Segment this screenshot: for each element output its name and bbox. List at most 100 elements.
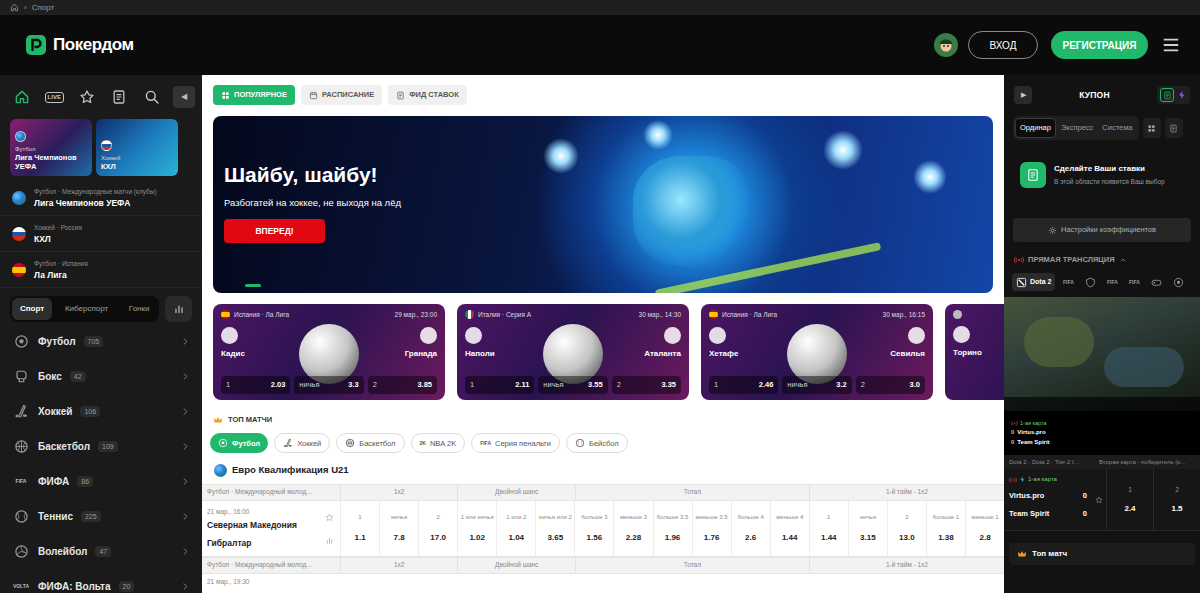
sport-tab[interactable]: Гонки — [121, 298, 158, 320]
nav-button[interactable]: LIVE — [43, 85, 67, 109]
featured-league-card[interactable]: ФутболЛига Чемпионов УЕФА — [10, 119, 92, 176]
sport-tab[interactable]: Киберспорт — [57, 298, 116, 320]
odds-button[interactable]: 23.35 — [612, 376, 681, 394]
odds-cell[interactable]: ничья7.8 — [379, 501, 418, 556]
event-row[interactable]: 1-ая картаVirtus.pro0Team Spirit012.421.… — [1004, 469, 1200, 531]
odds-cell[interactable]: больше 31.56 — [574, 501, 613, 556]
game-tab[interactable]: FIFA — [1103, 273, 1121, 291]
away-team: Аталанта — [644, 327, 681, 360]
expand-button[interactable]: ▶ — [1014, 86, 1032, 104]
game-tab[interactable]: FIFA — [1125, 273, 1143, 291]
odds-cell[interactable]: ничья или 23.65 — [535, 501, 574, 556]
register-button[interactable]: РЕГИСТРАЦИЯ — [1051, 31, 1148, 59]
odds-cell[interactable]: 217.0 — [418, 501, 457, 556]
feed-tab[interactable]: РАСПИСАНИЕ — [301, 85, 382, 105]
sport-tab[interactable]: Спорт — [12, 298, 52, 320]
odds-button[interactable]: 12.11 — [465, 376, 534, 394]
odds-cell[interactable]: меньше 32.28 — [613, 501, 652, 556]
coupon-option-button[interactable] — [1143, 118, 1161, 138]
volleyball-icon — [14, 544, 29, 559]
sport-row[interactable]: Бокс42 — [0, 359, 202, 394]
odds-cell[interactable]: больше 42.6 — [731, 501, 770, 556]
nav-button[interactable] — [108, 85, 132, 109]
sport-row[interactable]: VOLTAФИФА: Вольта20 — [0, 569, 202, 593]
odds-button[interactable]: 23.85 — [368, 376, 437, 394]
favorite-button[interactable] — [1092, 469, 1106, 530]
game-tab[interactable]: FIFA — [1059, 273, 1077, 291]
odds-cell[interactable]: 11.44 — [809, 501, 848, 556]
odds-button[interactable]: ничья3.55 — [538, 376, 607, 394]
odds-cell[interactable]: 213.0 — [887, 501, 926, 556]
coupon-tab[interactable]: Экспресс — [1057, 118, 1097, 138]
bet-slip-button[interactable] — [1160, 88, 1174, 102]
filter-chip[interactable]: Бейсбол — [566, 433, 628, 453]
odds-button[interactable]: ничья3.3 — [294, 376, 363, 394]
match-row[interactable]: 21 мар., 19:30 — [202, 574, 1004, 588]
odds-cell[interactable]: меньше 41.44 — [770, 501, 809, 556]
sport-row[interactable]: Теннис225 — [0, 499, 202, 534]
top-match-bar[interactable]: Топ матч — [1009, 543, 1195, 565]
feed-tab[interactable]: ПОПУЛЯРНОЕ — [213, 85, 295, 105]
logo[interactable]: Покердом — [25, 32, 134, 58]
sport-row[interactable]: Футбол705 — [0, 324, 202, 359]
odds-cell[interactable]: ничья3.15 — [848, 501, 887, 556]
promo-banner[interactable]: Шайбу, шайбу!Разбогатей на хоккее, не вы… — [213, 116, 993, 293]
odds-cell[interactable]: меньше 3.51.76 — [692, 501, 731, 556]
odds-cell[interactable]: больше 11.38 — [926, 501, 965, 556]
coupon-option-button[interactable] — [1165, 118, 1183, 138]
odds-button[interactable]: 12.46 — [709, 376, 778, 394]
odds-settings-button[interactable]: Настройки коэффициентов — [1013, 218, 1191, 242]
filter-chip[interactable]: Хоккей — [274, 433, 330, 453]
odds-row: 12.46ничья3.2 23.0 — [709, 376, 925, 394]
odds-cell[interactable]: меньше 12.8 — [965, 501, 1004, 556]
game-tab[interactable] — [1081, 273, 1099, 291]
nav-button[interactable] — [10, 85, 34, 109]
football-icon — [218, 438, 228, 448]
feed-tab[interactable]: ФИД СТАВОК — [388, 85, 467, 105]
sport-row[interactable]: Баскетбол109 — [0, 429, 202, 464]
featured-league-card[interactable]: ХоккейКХЛ — [96, 119, 178, 176]
odds-button[interactable]: 23.0 — [856, 376, 925, 394]
odds-cell[interactable]: 1 или 21.04 — [496, 501, 535, 556]
odds-button[interactable]: ничья3.2 — [782, 376, 851, 394]
match-card[interactable]: Испания · Ла Лига30 мар., 16:15ХетафеСев… — [701, 304, 933, 400]
game-tab[interactable] — [1169, 273, 1187, 291]
slider-dot[interactable] — [245, 284, 261, 287]
coupon-tab[interactable]: Система — [1098, 118, 1136, 138]
outcome-label: 1 или ничья — [461, 513, 494, 522]
outcome-label: меньше 4 — [776, 513, 803, 522]
sport-row[interactable]: FIFAФИФА86 — [0, 464, 202, 499]
filter-chip[interactable]: Футбол — [210, 433, 268, 453]
nav-button[interactable] — [140, 85, 164, 109]
sport-row[interactable]: Хоккей106 — [0, 394, 202, 429]
odds-cell[interactable]: 11.1 — [340, 501, 379, 556]
stats-button[interactable] — [165, 296, 192, 322]
stream-player[interactable]: 1-ая карта0Virtus.pro0Team Spirit — [1004, 297, 1200, 455]
nav-button[interactable] — [75, 85, 99, 109]
game-tab[interactable] — [1147, 273, 1165, 291]
odds-cell[interactable]: 12.4 — [1106, 469, 1153, 530]
recent-league[interactable]: Футбол · Международные матчи (клубы)Лига… — [0, 180, 202, 216]
filter-chip[interactable]: Баскетбол — [336, 433, 404, 453]
breadcrumb-link[interactable]: Спорт — [32, 4, 55, 12]
match-card[interactable]: Торино — [945, 304, 1004, 400]
odds-button[interactable]: 12.03 — [221, 376, 290, 394]
match-row[interactable]: 21 мар., 16:00Северная МакедонияГибралта… — [202, 501, 1004, 557]
collapse-button[interactable]: ◀ — [173, 86, 196, 108]
odds-cell[interactable]: 1 или ничья1.02 — [457, 501, 496, 556]
filter-chip[interactable]: FIFAСерия пенальти — [471, 433, 560, 453]
game-tab[interactable]: Dota 2 — [1012, 273, 1055, 291]
coupon-tab[interactable]: Ординар — [1015, 118, 1056, 138]
filter-chip[interactable]: 2KNBA 2K — [411, 433, 466, 453]
odds-cell[interactable]: больше 3.51.96 — [653, 501, 692, 556]
odds-cell[interactable]: 21.5 — [1153, 469, 1200, 530]
recent-league[interactable]: Футбол · ИспанияЛа Лига — [0, 252, 202, 288]
recent-league[interactable]: Хоккей · РоссияКХЛ — [0, 216, 202, 252]
left-sidebar: LIVE ◀ ФутболЛига Чемпионов УЕФАХоккейКХЛ Ф… — [0, 75, 202, 593]
match-card[interactable]: Италия · Серия А30 мар., 14:30НаполиАтал… — [457, 304, 689, 400]
sport-count: 20 — [119, 581, 135, 592]
match-card[interactable]: Испания · Ла Лига29 мар., 23:00КадисГран… — [213, 304, 445, 400]
banner-button[interactable]: ВПЕРЕД! — [224, 219, 325, 243]
login-button[interactable]: ВХОД — [968, 31, 1038, 59]
sport-row[interactable]: Волейбол47 — [0, 534, 202, 569]
